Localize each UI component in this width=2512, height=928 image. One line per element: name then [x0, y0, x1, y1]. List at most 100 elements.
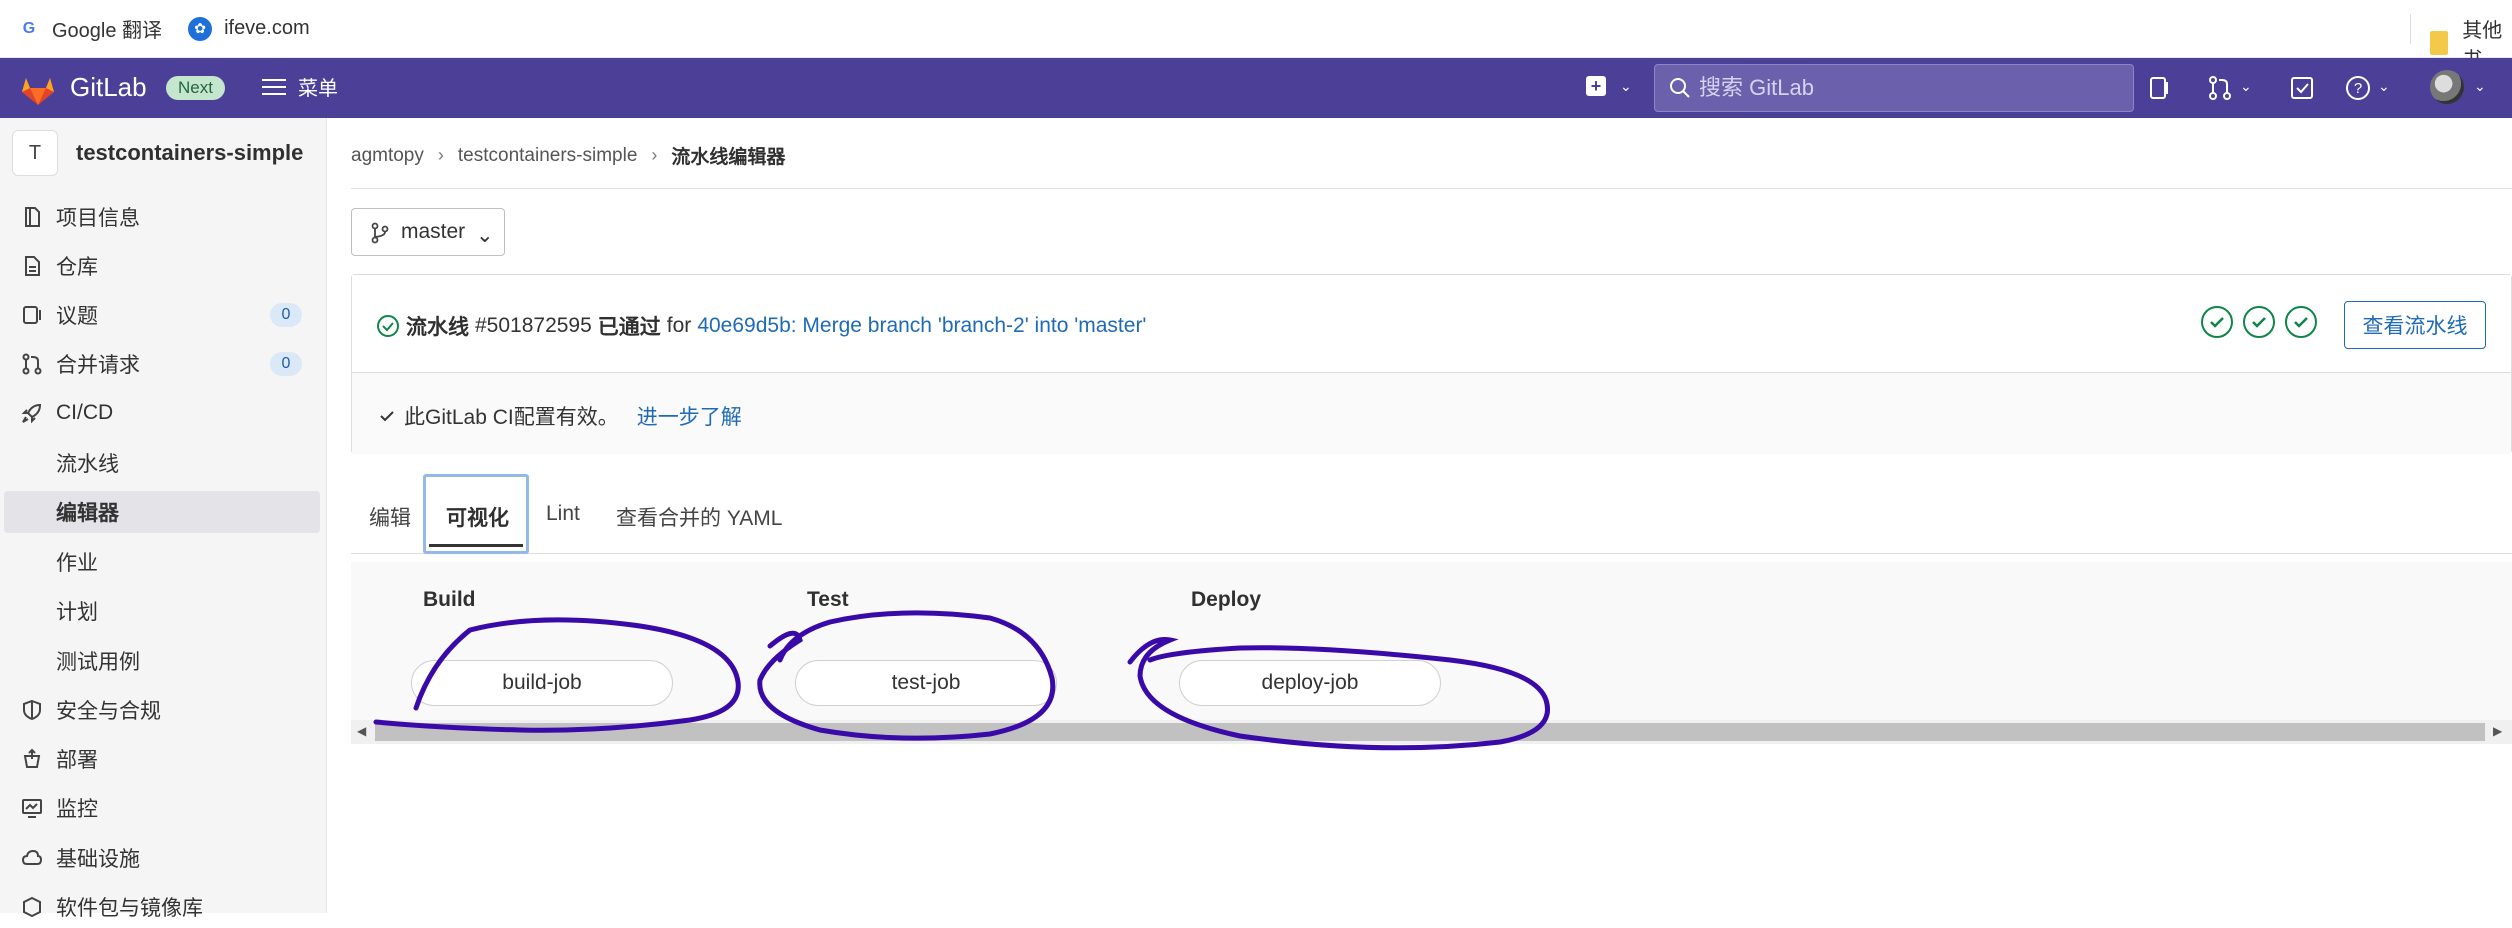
- pipeline-status-row: 流水线 #501872595 已通过 for 40e69d5b: Merge b…: [352, 275, 2511, 373]
- chevron-down-icon[interactable]: ⌄: [1620, 78, 1632, 95]
- sidebar-item-label: 安全与合规: [56, 700, 161, 723]
- divider: [351, 188, 2512, 189]
- stage-title-build: Build: [423, 588, 476, 611]
- site-icon: ✿: [188, 16, 213, 41]
- branch-label: master: [401, 220, 466, 243]
- scrollbar-thumb[interactable]: [375, 723, 2485, 741]
- google-translate-icon: G: [22, 19, 36, 37]
- sidebar-subitem-pipelines[interactable]: 流水线: [0, 442, 327, 484]
- stage-success-icon[interactable]: [2200, 305, 2234, 339]
- project-name: testcontainers-simple: [76, 140, 304, 165]
- sidebar-item-deployments[interactable]: 部署: [0, 738, 327, 780]
- stage-success-icon[interactable]: [2284, 305, 2318, 339]
- sidebar-subitem-schedules[interactable]: 计划: [0, 590, 327, 632]
- brand-name[interactable]: GitLab: [70, 72, 147, 103]
- rocket-icon: [21, 403, 42, 424]
- sidebar-subitem-editor[interactable]: 编辑器: [4, 491, 320, 533]
- sidebar-subitem-test-cases[interactable]: 测试用例: [0, 640, 327, 682]
- sidebar-item-label: 合并请求: [56, 354, 140, 377]
- chevron-down-icon[interactable]: ⌄: [2240, 78, 2252, 95]
- pipeline-status-text: 流水线 #501872595 已通过 for 40e69d5b: Merge b…: [376, 311, 1146, 341]
- project-avatar: T: [12, 130, 58, 176]
- folder-icon: [2430, 31, 2449, 55]
- breadcrumb-item[interactable]: testcontainers-simple: [458, 145, 638, 167]
- sidebar-item-packages[interactable]: 软件包与镜像库: [0, 886, 327, 928]
- chevron-down-icon[interactable]: ⌄: [2378, 78, 2390, 95]
- job-test[interactable]: test-job: [795, 660, 1057, 706]
- sidebar-item-label: 项目信息: [56, 207, 140, 230]
- help-icon[interactable]: ?: [2344, 74, 2372, 102]
- config-validation-text: 此GitLab CI配置有效。 进一步了解: [378, 401, 742, 431]
- chevron-down-icon[interactable]: ⌄: [2474, 78, 2486, 95]
- stage-title-test: Test: [807, 588, 849, 611]
- breadcrumb: agmtopy › testcontainers-simple › 流水线编辑器: [351, 142, 785, 169]
- issues-icon: [23, 306, 41, 324]
- bookmark-ifeve[interactable]: ✿ ifeve.com: [188, 16, 310, 41]
- check-icon: [380, 411, 394, 422]
- branch-selector[interactable]: master ⌄: [351, 208, 505, 256]
- sidebar-item-merge-requests[interactable]: 合并请求 0: [0, 343, 327, 385]
- search-icon: [1670, 78, 1690, 98]
- sidebar-item-issues[interactable]: 议题 0: [0, 294, 327, 336]
- menu-button[interactable]: 菜单: [262, 72, 338, 101]
- branch-icon: [371, 222, 389, 244]
- bookmark-label: ifeve.com: [224, 17, 310, 39]
- todo-icon[interactable]: [2288, 74, 2316, 102]
- job-build[interactable]: build-job: [411, 660, 673, 706]
- pipeline-status-panel: 流水线 #501872595 已通过 for 40e69d5b: Merge b…: [351, 274, 2512, 454]
- next-badge[interactable]: Next: [166, 76, 225, 100]
- job-deploy[interactable]: deploy-job: [1179, 660, 1441, 706]
- pipeline-for: for: [666, 314, 692, 337]
- pipeline-graph: Build build-job Test test-job Deploy dep…: [351, 562, 2512, 744]
- sidebar-item-infrastructure[interactable]: 基础设施: [0, 837, 327, 879]
- bookmark-google-translate[interactable]: G Google 翻译: [18, 14, 162, 43]
- stage-success-icon[interactable]: [2242, 305, 2276, 339]
- sidebar-item-label: 监控: [56, 798, 98, 821]
- sidebar-subitem-label: 测试用例: [56, 651, 140, 674]
- sidebar-item-security[interactable]: 安全与合规: [0, 689, 327, 731]
- search-box[interactable]: [1654, 64, 2134, 112]
- breadcrumb-current[interactable]: 流水线编辑器: [671, 142, 785, 169]
- new-item-icon[interactable]: +: [1586, 76, 1606, 96]
- learn-more-link[interactable]: 进一步了解: [637, 401, 742, 431]
- active-tab-indicator: [429, 544, 523, 547]
- sidebar-subitem-label: 计划: [56, 601, 98, 624]
- config-validation-row: 此GitLab CI配置有效。 进一步了解: [352, 373, 2511, 454]
- pipeline-prefix: 流水线: [406, 316, 469, 339]
- commit-link[interactable]: 40e69d5b: Merge branch 'branch-2' into '…: [697, 314, 1146, 338]
- scroll-left-arrow-icon[interactable]: ◀: [357, 724, 366, 738]
- issues-icon[interactable]: [2146, 74, 2174, 102]
- tab-visualize[interactable]: 可视化: [446, 502, 509, 532]
- hand-drawn-annotations: [373, 610, 1550, 751]
- sidebar-item-label: CI/CD: [56, 401, 114, 424]
- gitlab-logo-icon[interactable]: [18, 70, 58, 106]
- package-icon: [23, 896, 41, 918]
- bookmark-label: Google 翻译: [52, 20, 163, 42]
- chevron-right-icon: ›: [651, 145, 658, 165]
- sidebar-item-label: 议题: [56, 305, 98, 328]
- sidebar-item-project-info[interactable]: 项目信息: [0, 196, 327, 238]
- tab-edit[interactable]: 编辑: [369, 502, 411, 532]
- graph-horizontal-scrollbar[interactable]: ◀ ▶: [351, 720, 2512, 744]
- scroll-right-arrow-icon[interactable]: ▶: [2493, 724, 2502, 738]
- tab-merged-yaml[interactable]: 查看合并的 YAML: [616, 502, 782, 532]
- project-header[interactable]: T testcontainers-simple: [12, 130, 303, 176]
- merge-request-icon: [22, 353, 42, 375]
- sidebar-item-monitor[interactable]: 监控: [0, 787, 327, 829]
- sidebar-item-label: 部署: [56, 749, 98, 772]
- search-input[interactable]: [1699, 75, 2099, 101]
- success-check-icon[interactable]: [376, 314, 400, 338]
- sidebar-item-cicd[interactable]: CI/CD: [0, 392, 327, 434]
- bookmark-divider: [2410, 14, 2411, 44]
- chevron-right-icon: ›: [437, 145, 444, 165]
- pipeline-id[interactable]: #501872595: [475, 314, 592, 338]
- tab-lint[interactable]: Lint: [546, 502, 580, 526]
- sidebar-subitem-jobs[interactable]: 作业: [0, 541, 327, 583]
- sidebar-subitem-label: 编辑器: [56, 502, 119, 525]
- breadcrumb-item[interactable]: agmtopy: [351, 145, 424, 167]
- view-pipeline-button[interactable]: 查看流水线: [2344, 301, 2486, 349]
- merge-request-icon[interactable]: [2206, 74, 2234, 102]
- user-avatar[interactable]: [2430, 70, 2464, 104]
- issues-count-badge: 0: [270, 303, 302, 327]
- sidebar-item-repository[interactable]: 仓库: [0, 245, 327, 287]
